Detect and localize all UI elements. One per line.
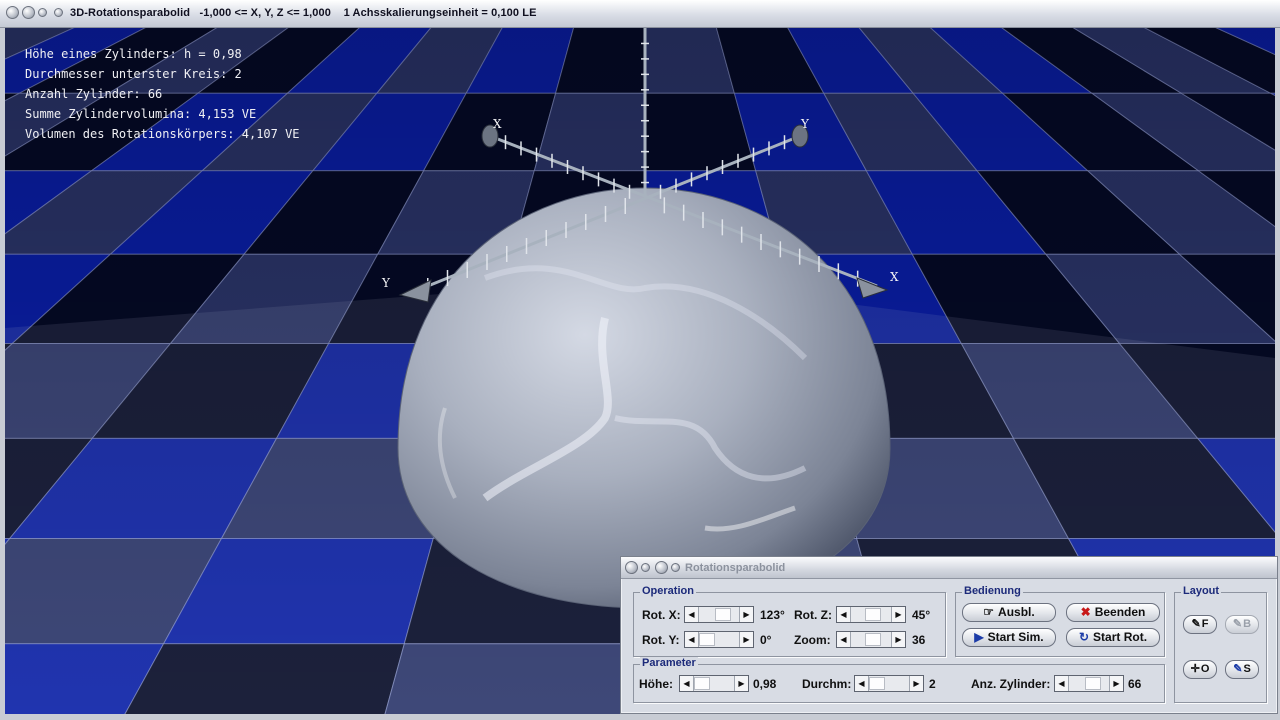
close-button[interactable] (54, 8, 63, 17)
info-overlay: Höhe eines Zylinders: h = 0,98 Durchmess… (25, 44, 300, 144)
operation-group-label: Operation (640, 585, 696, 597)
rot-z-label: Rot. Z: (794, 608, 832, 622)
bedienung-group: Bedienung ☞ Ausbl. ✖ Beenden ▶ Start Sim. ↻… (955, 585, 1165, 657)
anz-zylinder-right-arrow-icon[interactable]: ▶ (1109, 676, 1123, 691)
minimize-button[interactable] (22, 6, 35, 19)
dialog-title: Rotationsparabolid (685, 562, 786, 574)
anz-zylinder-value: 66 (1128, 677, 1142, 691)
parameter-group-label: Parameter (640, 657, 698, 669)
rot-x-thumb[interactable] (715, 608, 731, 621)
crosshair-icon: ✛ (1190, 663, 1200, 675)
parameter-group: Parameter Höhe: ◀ ▶ 0,98 Durchm: ◀ ▶ 2 A… (633, 657, 1165, 703)
rot-x-right-arrow-icon[interactable]: ▶ (739, 607, 753, 622)
window-menu-button[interactable] (6, 6, 19, 19)
bedienung-group-label: Bedienung (962, 585, 1023, 597)
x-axis-label-back: X (493, 117, 502, 131)
anz-zylinder-label: Anz. Zylinder: (971, 677, 1051, 691)
rot-z-left-arrow-icon[interactable]: ◀ (837, 607, 851, 622)
rot-y-left-arrow-icon[interactable]: ◀ (685, 632, 699, 647)
start-sim-button[interactable]: ▶ Start Sim. (962, 628, 1056, 647)
rot-x-value: 123° (760, 608, 785, 622)
rot-y-thumb[interactable] (699, 633, 715, 646)
y-axis-label-front: Y (381, 276, 391, 290)
anz-zylinder-scrollbar[interactable]: ◀ ▶ (1054, 675, 1124, 692)
zoom-scrollbar[interactable]: ◀ ▶ (836, 631, 906, 648)
rot-x-label: Rot. X: (642, 608, 681, 622)
x-axis-label-front: X (890, 270, 899, 284)
durchm-scrollbar[interactable]: ◀ ▶ (854, 675, 924, 692)
bucket-icon: ✎ (1232, 618, 1243, 630)
anz-zylinder-left-arrow-icon[interactable]: ◀ (1055, 676, 1069, 691)
control-dialog: Rotationsparabolid Operation Rot. X: ◀ ▶… (620, 556, 1278, 714)
durchm-left-arrow-icon[interactable]: ◀ (855, 676, 869, 691)
durchm-thumb[interactable] (869, 677, 885, 690)
start-rot-button[interactable]: ↻ Start Rot. (1066, 628, 1160, 647)
info-cylinder-count: Anzahl Zylinder: 66 (25, 87, 163, 101)
maximize-button[interactable] (38, 8, 47, 17)
y-axis-label-back: Y (800, 117, 810, 131)
rot-y-scrollbar[interactable]: ◀ ▶ (684, 631, 754, 648)
hoehe-right-arrow-icon[interactable]: ▶ (734, 676, 748, 691)
rotate-icon: ↻ (1078, 630, 1090, 644)
rot-x-left-arrow-icon[interactable]: ◀ (685, 607, 699, 622)
durchm-right-arrow-icon[interactable]: ▶ (909, 676, 923, 691)
layout-f-button[interactable]: ✎F (1183, 615, 1217, 634)
rot-y-label: Rot. Y: (642, 633, 680, 647)
rot-z-scrollbar[interactable]: ◀ ▶ (836, 606, 906, 623)
hoehe-value: 0,98 (753, 677, 777, 691)
layout-group: Layout ✎F ✎B ✛O ✎S (1174, 585, 1267, 703)
window-title: 3D-Rotationsparabolid -1,000 <= X, Y, Z … (70, 7, 537, 19)
dialog-title-bar: Rotationsparabolid (621, 557, 1277, 579)
brush-icon: ✎ (1191, 618, 1201, 630)
hide-icon: ☞ (983, 605, 995, 619)
rot-x-scrollbar[interactable]: ◀ ▶ (684, 606, 754, 623)
title-bar: 3D-Rotationsparabolid -1,000 <= X, Y, Z … (0, 0, 1280, 28)
play-icon: ▶ (974, 630, 984, 644)
hoehe-thumb[interactable] (694, 677, 710, 690)
layout-b-button[interactable]: ✎B (1225, 615, 1259, 634)
rot-z-right-arrow-icon[interactable]: ▶ (891, 607, 905, 622)
hoehe-left-arrow-icon[interactable]: ◀ (680, 676, 694, 691)
rot-y-value: 0° (760, 633, 772, 647)
paint-icon: ✎ (1233, 663, 1243, 675)
info-bottom-diameter: Durchmesser unterster Kreis: 2 (25, 67, 242, 81)
durchm-label: Durchm: (802, 677, 852, 691)
layout-group-label: Layout (1181, 585, 1222, 597)
operation-group: Operation Rot. X: ◀ ▶ 123° Rot. Y: ◀ ▶ 0… (633, 585, 946, 657)
layout-o-button[interactable]: ✛O (1183, 660, 1217, 679)
zoom-right-arrow-icon[interactable]: ▶ (891, 632, 905, 647)
layout-s-button[interactable]: ✎S (1225, 660, 1259, 679)
dialog-maximize-button[interactable] (655, 561, 668, 574)
zoom-value: 36 (912, 633, 926, 647)
hoehe-label: Höhe: (639, 677, 673, 691)
rot-z-thumb[interactable] (865, 608, 881, 621)
anz-zylinder-thumb[interactable] (1085, 677, 1101, 690)
rot-y-right-arrow-icon[interactable]: ▶ (739, 632, 753, 647)
zoom-thumb[interactable] (865, 633, 881, 646)
info-cylinder-volume-sum: Summe Zylindervolumina: 4,153 VE (25, 107, 257, 121)
zoom-left-arrow-icon[interactable]: ◀ (837, 632, 851, 647)
ausbl-button[interactable]: ☞ Ausbl. (962, 603, 1056, 622)
dialog-close-button[interactable] (671, 563, 680, 572)
info-cylinder-height: Höhe eines Zylinders: h = 0,98 (25, 47, 242, 61)
info-solid-volume: Volumen des Rotationskörpers: 4,107 VE (25, 127, 300, 141)
hoehe-scrollbar[interactable]: ◀ ▶ (679, 675, 749, 692)
rot-z-value: 45° (912, 608, 931, 622)
beenden-button[interactable]: ✖ Beenden (1066, 603, 1160, 622)
zoom-label: Zoom: (794, 633, 831, 647)
dialog-menu-button[interactable] (625, 561, 638, 574)
durchm-value: 2 (929, 677, 936, 691)
close-x-icon: ✖ (1080, 605, 1091, 619)
dialog-minimize-button[interactable] (641, 563, 650, 572)
